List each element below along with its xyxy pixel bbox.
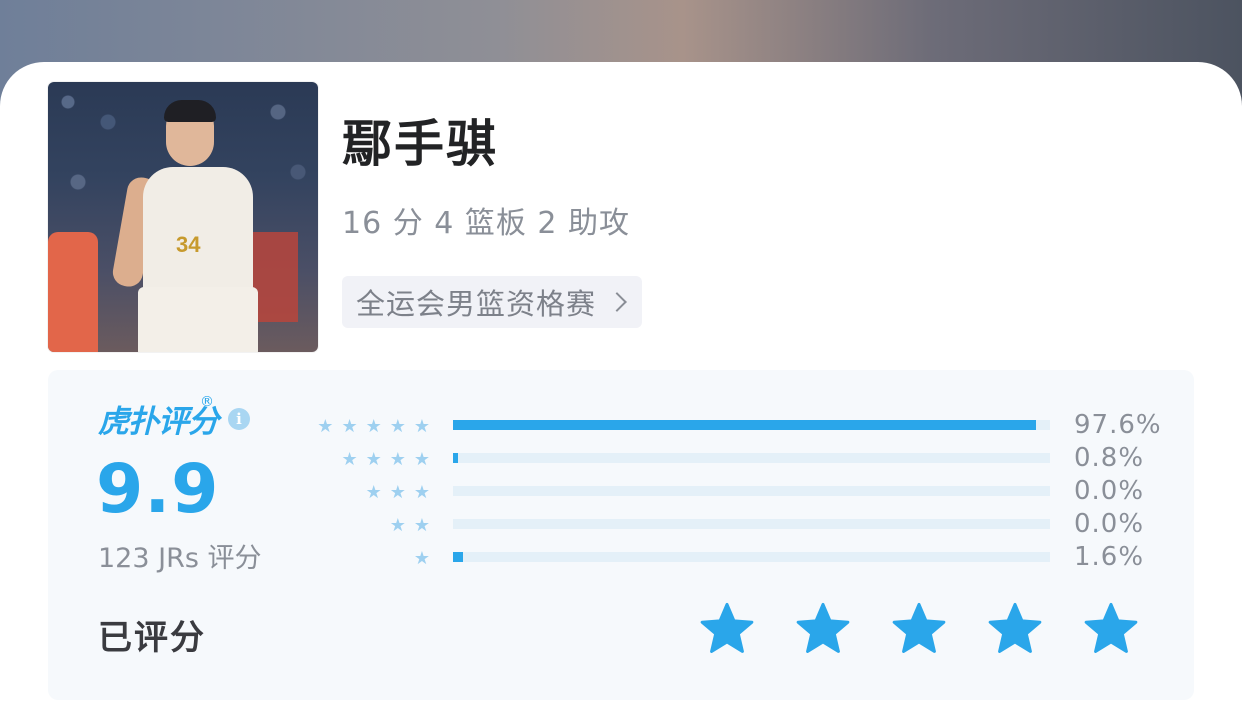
rating-percent: 0.0%	[1074, 509, 1145, 539]
rating-percent: 0.0%	[1074, 476, 1145, 506]
photo-shorts	[138, 287, 258, 352]
rating-bar-track	[453, 453, 1050, 463]
user-rating-stars[interactable]	[698, 600, 1140, 658]
star-icon[interactable]	[986, 600, 1044, 658]
event-tag-link[interactable]: 全运会男篮资格赛	[342, 276, 643, 328]
player-card: 34 鄢手骐 16 分 4 篮板 2 助攻 全运会男篮资格赛 虎扑评分 ® i …	[0, 62, 1242, 716]
star-icon[interactable]	[794, 600, 852, 658]
registered-mark: ®	[200, 394, 214, 410]
row-stars: ★ ★ ★ ★	[341, 443, 430, 476]
rating-bar-track	[453, 552, 1050, 562]
player-stats: 16 分 4 篮板 2 助攻	[342, 206, 631, 241]
small-star-icon: ★	[365, 481, 382, 503]
small-star-icon: ★	[413, 415, 430, 437]
rating-bar-fill	[453, 453, 458, 463]
player-photo: 34	[48, 82, 318, 352]
small-star-icon: ★	[413, 448, 430, 470]
small-star-icon: ★	[341, 415, 358, 437]
small-star-icon: ★	[365, 448, 382, 470]
row-stars: ★ ★ ★ ★ ★	[317, 410, 430, 443]
small-star-icon: ★	[389, 415, 406, 437]
star-icon[interactable]	[1082, 600, 1140, 658]
rating-bar-fill	[453, 552, 463, 562]
small-star-icon: ★	[389, 514, 406, 536]
rating-votes: 123 JRs 评分	[98, 543, 262, 574]
rating-row-1-star: ★ 1.6%	[308, 542, 1168, 575]
rating-row-2-star: ★ ★ 0.0%	[308, 509, 1168, 542]
row-stars: ★ ★	[390, 509, 430, 542]
small-star-icon: ★	[413, 547, 430, 569]
row-stars: ★	[414, 542, 430, 575]
chevron-right-icon	[607, 292, 627, 312]
rating-panel: 虎扑评分 ® i 9.9 123 JRs 评分 ★ ★ ★ ★ ★ 97.6% ★ ★ ★ ★ 0.…	[48, 370, 1194, 700]
rated-label: 已评分	[98, 618, 206, 658]
rating-row-5-star: ★ ★ ★ ★ ★ 97.6%	[308, 410, 1168, 443]
rating-row-4-star: ★ ★ ★ ★ 0.8%	[308, 443, 1168, 476]
small-star-icon: ★	[365, 415, 382, 437]
rating-score: 9.9	[96, 450, 220, 529]
small-star-icon: ★	[389, 448, 406, 470]
info-icon[interactable]: i	[228, 408, 250, 430]
photo-hair	[164, 100, 216, 122]
rating-bar-fill	[453, 420, 1036, 430]
rating-percent: 0.8%	[1074, 443, 1145, 473]
rating-bar-track	[453, 519, 1050, 529]
photo-opponent	[48, 232, 98, 352]
small-star-icon: ★	[389, 481, 406, 503]
small-star-icon: ★	[413, 514, 430, 536]
jersey-number: 34	[176, 232, 201, 257]
rating-percent: 97.6%	[1074, 410, 1162, 440]
small-star-icon: ★	[341, 448, 358, 470]
event-tag-label: 全运会男篮资格赛	[356, 287, 597, 321]
rating-row-3-star: ★ ★ ★ 0.0%	[308, 476, 1168, 509]
star-icon[interactable]	[890, 600, 948, 658]
small-star-icon: ★	[413, 481, 430, 503]
rating-bar-track	[453, 420, 1050, 430]
player-name: 鄢手骐	[342, 115, 498, 173]
small-star-icon: ★	[317, 415, 334, 437]
rating-bar-track	[453, 486, 1050, 496]
rating-percent: 1.6%	[1074, 542, 1145, 572]
row-stars: ★ ★ ★	[366, 476, 430, 509]
star-icon[interactable]	[698, 600, 756, 658]
